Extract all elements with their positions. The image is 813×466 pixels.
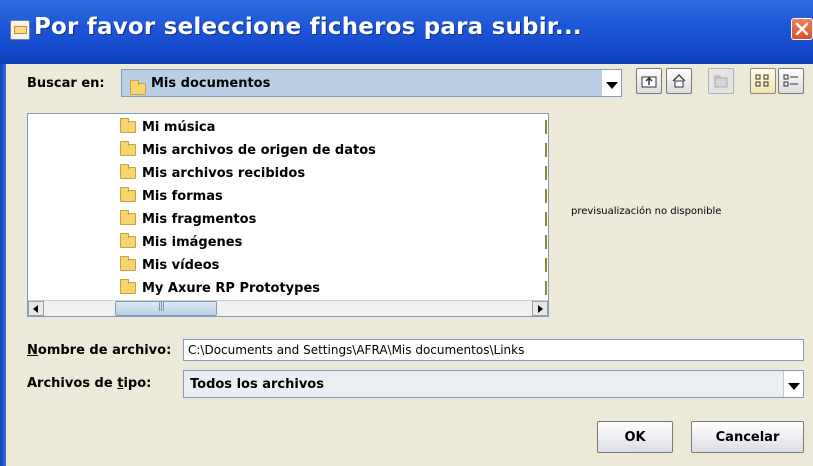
- column-divider: [545, 212, 547, 226]
- list-item[interactable]: Mi música: [120, 116, 215, 138]
- folder-icon: [120, 141, 136, 156]
- column-divider: [545, 281, 547, 295]
- lookin-combo[interactable]: Mis documentos: [121, 69, 622, 97]
- column-divider: [545, 143, 547, 157]
- list-item-label: Mi música: [142, 119, 216, 135]
- column-divider: [545, 120, 547, 134]
- folder-icon: [120, 164, 136, 179]
- home-button[interactable]: [666, 68, 692, 94]
- scroll-right-icon[interactable]: [532, 301, 548, 316]
- home-icon: [672, 74, 686, 88]
- list-item[interactable]: Mis archivos de origen de datos: [120, 139, 376, 161]
- folder-icon: [120, 233, 136, 248]
- list-item-label: Mis formas: [142, 188, 223, 204]
- folder-icon: [120, 187, 136, 202]
- details-view-button[interactable]: [778, 68, 804, 94]
- up-folder-icon: [641, 76, 657, 88]
- close-button[interactable]: [791, 18, 813, 40]
- list-item-label: Mis vídeos: [142, 257, 220, 273]
- list-item-label: Mis archivos de origen de datos: [142, 142, 376, 158]
- column-divider: [545, 166, 547, 180]
- title-bar[interactable]: Por favor seleccione ficheros para subir…: [0, 0, 813, 64]
- preview-unavailable-text: previsualización no disponible: [571, 206, 722, 217]
- list-item[interactable]: Mis fragmentos: [120, 208, 256, 230]
- filename-label: Nombre de archivo:: [27, 343, 172, 358]
- filetype-value: Todos los archivos: [190, 377, 324, 392]
- details-view-icon: [783, 74, 798, 87]
- list-item[interactable]: Mis formas: [120, 185, 223, 207]
- close-icon: [795, 22, 809, 36]
- chevron-down-icon[interactable]: [783, 371, 803, 397]
- list-view-button[interactable]: [750, 68, 776, 94]
- list-item-label: Mis archivos recibidos: [142, 165, 306, 181]
- column-divider: [545, 258, 547, 272]
- folder-icon: [120, 279, 136, 294]
- list-item[interactable]: Mis archivos recibidos: [120, 162, 305, 184]
- filetype-combo[interactable]: Todos los archivos: [183, 370, 804, 398]
- dialog-title: Por favor seleccione ficheros para subir…: [34, 14, 582, 40]
- cancel-button[interactable]: Cancelar: [691, 421, 804, 453]
- folder-icon: [130, 78, 146, 97]
- column-divider: [545, 189, 547, 203]
- lookin-label: Buscar en:: [27, 76, 105, 91]
- lookin-value: Mis documentos: [151, 76, 271, 91]
- filename-field[interactable]: [188, 342, 798, 358]
- chevron-down-icon[interactable]: [601, 70, 621, 96]
- window-frame: [0, 64, 6, 466]
- java-app-icon: [10, 20, 30, 40]
- filetype-label: Archivos de tipo:: [27, 376, 152, 391]
- list-item-label: Mis fragmentos: [142, 211, 257, 227]
- filename-field-box[interactable]: [183, 339, 804, 361]
- new-folder-button[interactable]: [708, 68, 734, 94]
- new-folder-icon: [714, 75, 728, 88]
- folder-icon: [120, 118, 136, 133]
- folder-icon: [120, 256, 136, 271]
- scroll-left-icon[interactable]: [28, 301, 44, 316]
- scrollbar-thumb[interactable]: [115, 301, 217, 316]
- ok-button[interactable]: OK: [597, 421, 673, 453]
- list-item-label: My Axure RP Prototypes: [142, 280, 321, 296]
- file-chooser-dialog: Por favor seleccione ficheros para subir…: [0, 0, 813, 466]
- column-divider: [545, 235, 547, 249]
- horizontal-scrollbar[interactable]: [28, 300, 548, 316]
- list-item[interactable]: Mis vídeos: [120, 254, 219, 276]
- file-list[interactable]: Mi música Mis archivos de origen de dato…: [27, 113, 549, 317]
- up-folder-button[interactable]: [636, 68, 662, 94]
- list-item[interactable]: My Axure RP Prototypes: [120, 277, 320, 299]
- list-item-label: Mis imágenes: [142, 234, 243, 250]
- list-view-icon: [755, 74, 769, 87]
- folder-icon: [120, 210, 136, 225]
- list-item[interactable]: Mis imágenes: [120, 231, 242, 253]
